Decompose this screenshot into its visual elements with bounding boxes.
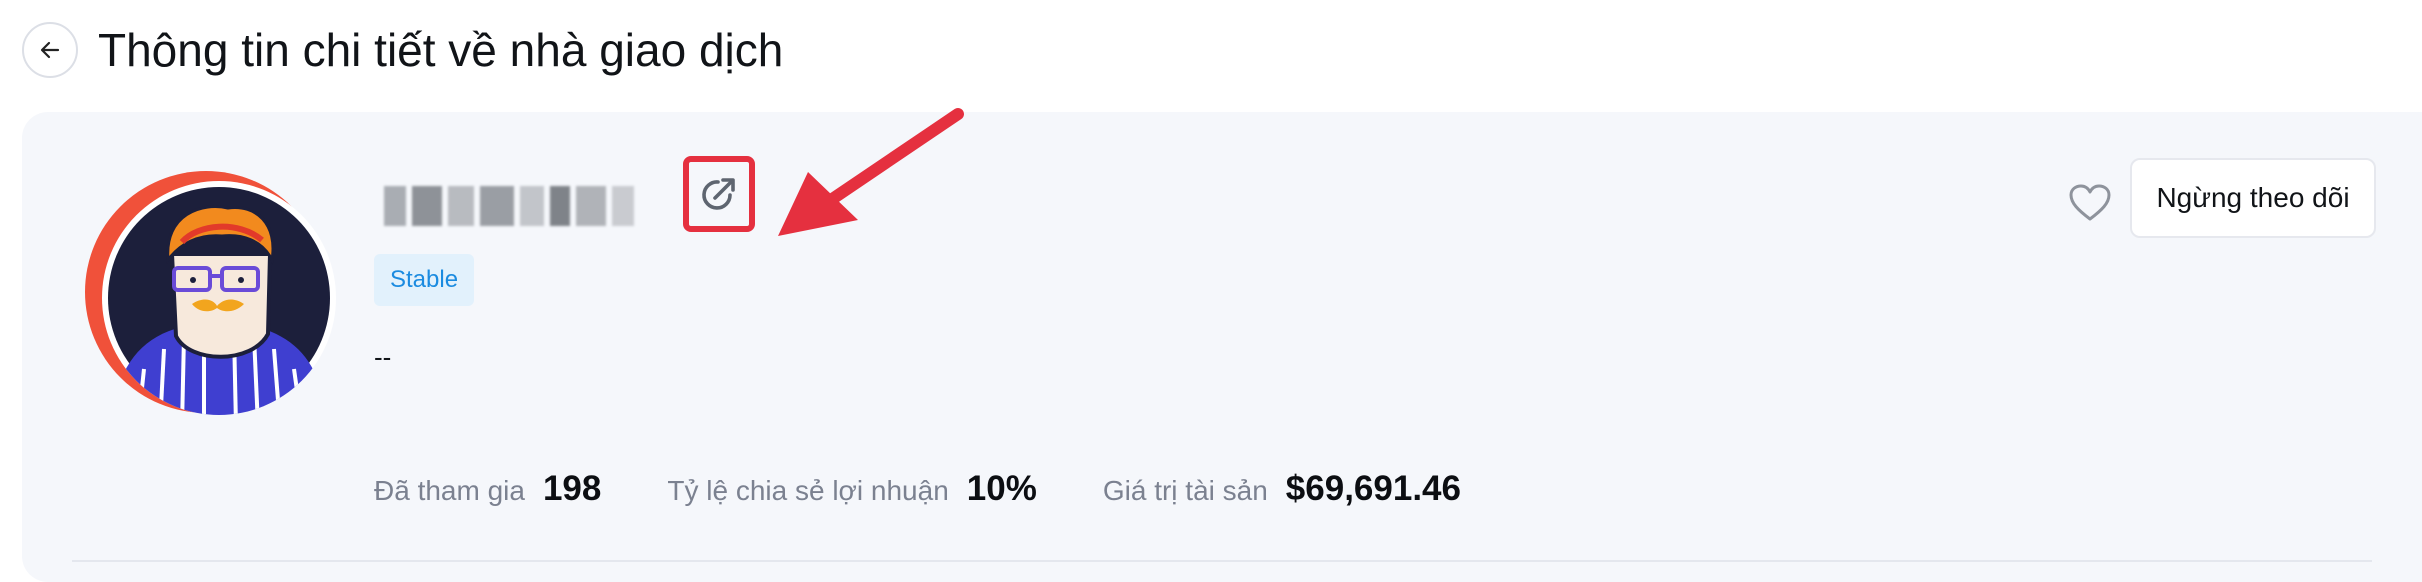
trader-bio: -- (374, 342, 392, 372)
page-header: Thông tin chi tiết về nhà giao dịch (22, 18, 783, 82)
stat-label: Tỷ lệ chia sẻ lợi nhuận (667, 475, 949, 506)
arrow-left-icon (40, 41, 60, 59)
divider (72, 560, 2372, 562)
external-share-icon (702, 178, 735, 210)
share-profile-button[interactable] (683, 156, 755, 232)
stat-label: Đã tham gia (374, 475, 525, 506)
heart-outline-icon (2069, 184, 2111, 221)
annotation-arrow-icon (778, 108, 964, 236)
unfollow-button[interactable]: Ngừng theo dõi (2130, 158, 2376, 238)
trader-profile-card: Stable -- Đã tham gia 198 Tỷ lệ chia sẻ … (22, 108, 2422, 582)
stat-value: 10% (966, 469, 1037, 508)
trader-stats: Đã tham gia 198 Tỷ lệ chia sẻ lợi nhuận … (374, 464, 1527, 514)
stat-label: Giá trị tài sản (1102, 475, 1268, 506)
page-title: Thông tin chi tiết về nhà giao dịch (98, 24, 784, 76)
status-badge: Stable (374, 254, 475, 306)
stat-value: $69,691.46 (1285, 469, 1461, 508)
stat-profit-share: Tỷ lệ chia sẻ lợi nhuận 10% (667, 469, 1036, 509)
stat-asset-value: Giá trị tài sản $69,691.46 (1103, 469, 1461, 509)
stat-joined: Đã tham gia 198 (374, 469, 601, 509)
avatar (72, 164, 342, 426)
back-button[interactable] (22, 22, 78, 78)
favorite-button[interactable] (2062, 175, 2118, 231)
stat-value: 198 (542, 469, 602, 508)
trader-name-redacted (384, 172, 684, 240)
